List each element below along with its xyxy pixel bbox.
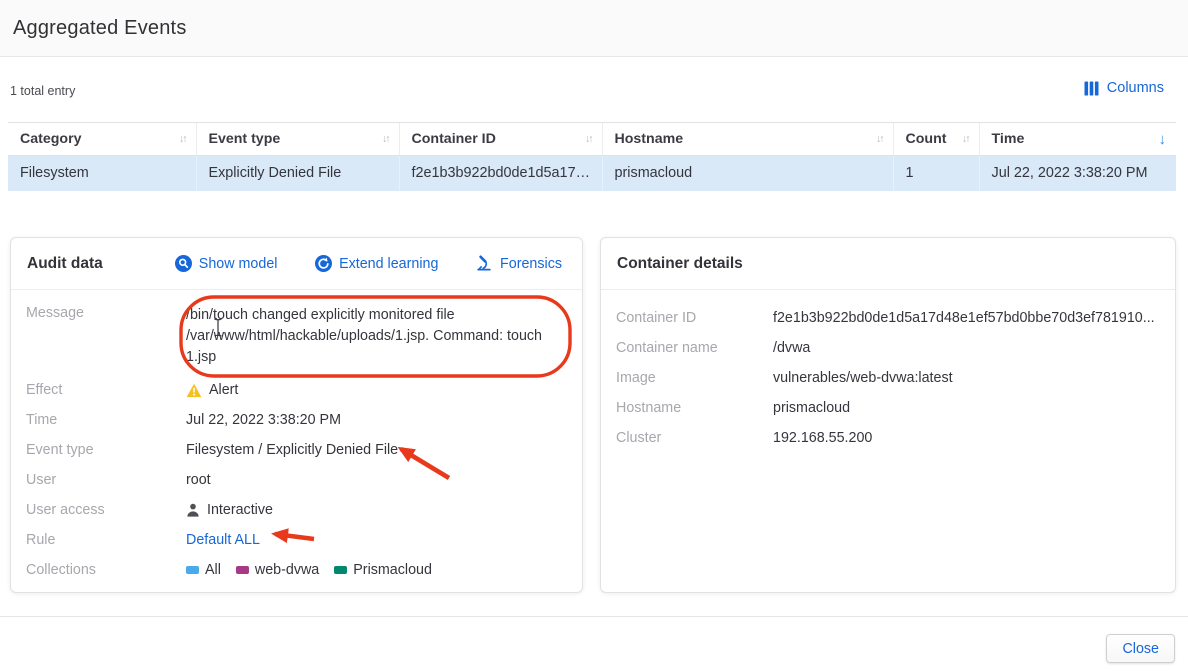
columns-label: Columns xyxy=(1107,80,1164,96)
columns-icon xyxy=(1084,81,1099,96)
field-container-name: Container name /dvwa xyxy=(601,333,1175,363)
field-user: User root xyxy=(11,465,582,495)
collection-swatch xyxy=(236,566,249,574)
warning-icon xyxy=(186,383,202,398)
page-title: Aggregated Events xyxy=(13,17,187,40)
person-icon xyxy=(186,503,200,517)
field-event-type: Event type Filesystem / Explicitly Denie… xyxy=(11,435,582,465)
collection-chip: All xyxy=(186,562,221,578)
audit-data-panel: Audit data Show model Extend learning xyxy=(10,237,583,593)
cell-event-type: Explicitly Denied File xyxy=(196,156,399,191)
field-effect: Effect Alert xyxy=(11,375,582,405)
field-time: Time Jul 22, 2022 3:38:20 PM xyxy=(11,405,582,435)
audit-actions: Show model Extend learning Forensics xyxy=(175,255,566,272)
cell-category: Filesystem xyxy=(8,156,196,191)
field-container-id: Container ID f2e1b3b922bd0de1d5a17d48e1e… xyxy=(601,303,1175,333)
container-panel-body: Container ID f2e1b3b922bd0de1d5a17d48e1e… xyxy=(601,290,1175,453)
total-entries-label: 1 total entry xyxy=(10,84,75,98)
relearn-circle-icon xyxy=(315,255,332,272)
show-model-button[interactable]: Show model xyxy=(175,255,278,272)
extend-learning-button[interactable]: Extend learning xyxy=(315,255,438,272)
column-header-time[interactable]: Time↓ xyxy=(979,123,1176,156)
field-collections: Collections All web-dvwa Prismacloud xyxy=(11,555,582,585)
close-button[interactable]: Close xyxy=(1106,634,1175,663)
collection-chip: web-dvwa xyxy=(236,562,319,578)
cell-container-id: f2e1b3b922bd0de1d5a17d48... xyxy=(399,156,602,191)
microscope-icon xyxy=(476,255,493,272)
message-value: /bin/touch changed explicitly monitored … xyxy=(186,305,571,368)
sort-icons: ↓↑ xyxy=(876,133,883,145)
cell-time: Jul 22, 2022 3:38:20 PM xyxy=(979,156,1176,191)
sort-icons: ↓↑ xyxy=(179,133,186,145)
magnifier-circle-icon xyxy=(175,255,192,272)
collection-swatch xyxy=(334,566,347,574)
audit-panel-body: Message /bin/touch changed explicitly mo… xyxy=(11,290,582,585)
forensics-button[interactable]: Forensics xyxy=(476,255,562,272)
field-rule: Rule Default ALL xyxy=(11,525,582,555)
sort-icons: ↓↑ xyxy=(962,133,969,145)
cell-count: 1 xyxy=(893,156,979,191)
footer-divider xyxy=(0,616,1188,617)
container-panel-title: Container details xyxy=(617,255,743,273)
page-header: Aggregated Events xyxy=(0,0,1188,57)
cell-hostname: prismacloud xyxy=(602,156,893,191)
sort-icons: ↓↑ xyxy=(585,133,592,145)
events-table: Category↓↑ Event type↓↑ Container ID↓↑ H… xyxy=(8,122,1176,191)
column-header-event-type[interactable]: Event type↓↑ xyxy=(196,123,399,156)
sort-icons: ↓↑ xyxy=(382,133,389,145)
rule-link[interactable]: Default ALL xyxy=(186,532,260,548)
field-cluster: Cluster 192.168.55.200 xyxy=(601,423,1175,453)
collection-swatch xyxy=(186,566,199,574)
column-header-container-id[interactable]: Container ID↓↑ xyxy=(399,123,602,156)
collection-chip: Prismacloud xyxy=(334,562,432,578)
columns-button[interactable]: Columns xyxy=(1084,80,1164,96)
audit-panel-header: Audit data Show model Extend learning xyxy=(11,238,582,290)
table-row[interactable]: Filesystem Explicitly Denied File f2e1b3… xyxy=(8,156,1176,191)
field-image: Image vulnerables/web-dvwa:latest xyxy=(601,363,1175,393)
container-details-panel: Container details Container ID f2e1b3b92… xyxy=(600,237,1176,593)
aggregated-events-dialog: Aggregated Events 1 total entry Columns … xyxy=(0,0,1188,671)
container-panel-header: Container details xyxy=(601,238,1175,290)
field-user-access: User access Interactive xyxy=(11,495,582,525)
field-hostname: Hostname prismacloud xyxy=(601,393,1175,423)
column-header-category[interactable]: Category↓↑ xyxy=(8,123,196,156)
field-message: Message /bin/touch changed explicitly mo… xyxy=(11,303,582,375)
audit-panel-title: Audit data xyxy=(27,255,103,273)
column-header-hostname[interactable]: Hostname↓↑ xyxy=(602,123,893,156)
table-header-row: Category↓↑ Event type↓↑ Container ID↓↑ H… xyxy=(8,123,1176,156)
sort-desc-icon: ↓ xyxy=(1159,131,1167,148)
column-header-count[interactable]: Count↓↑ xyxy=(893,123,979,156)
